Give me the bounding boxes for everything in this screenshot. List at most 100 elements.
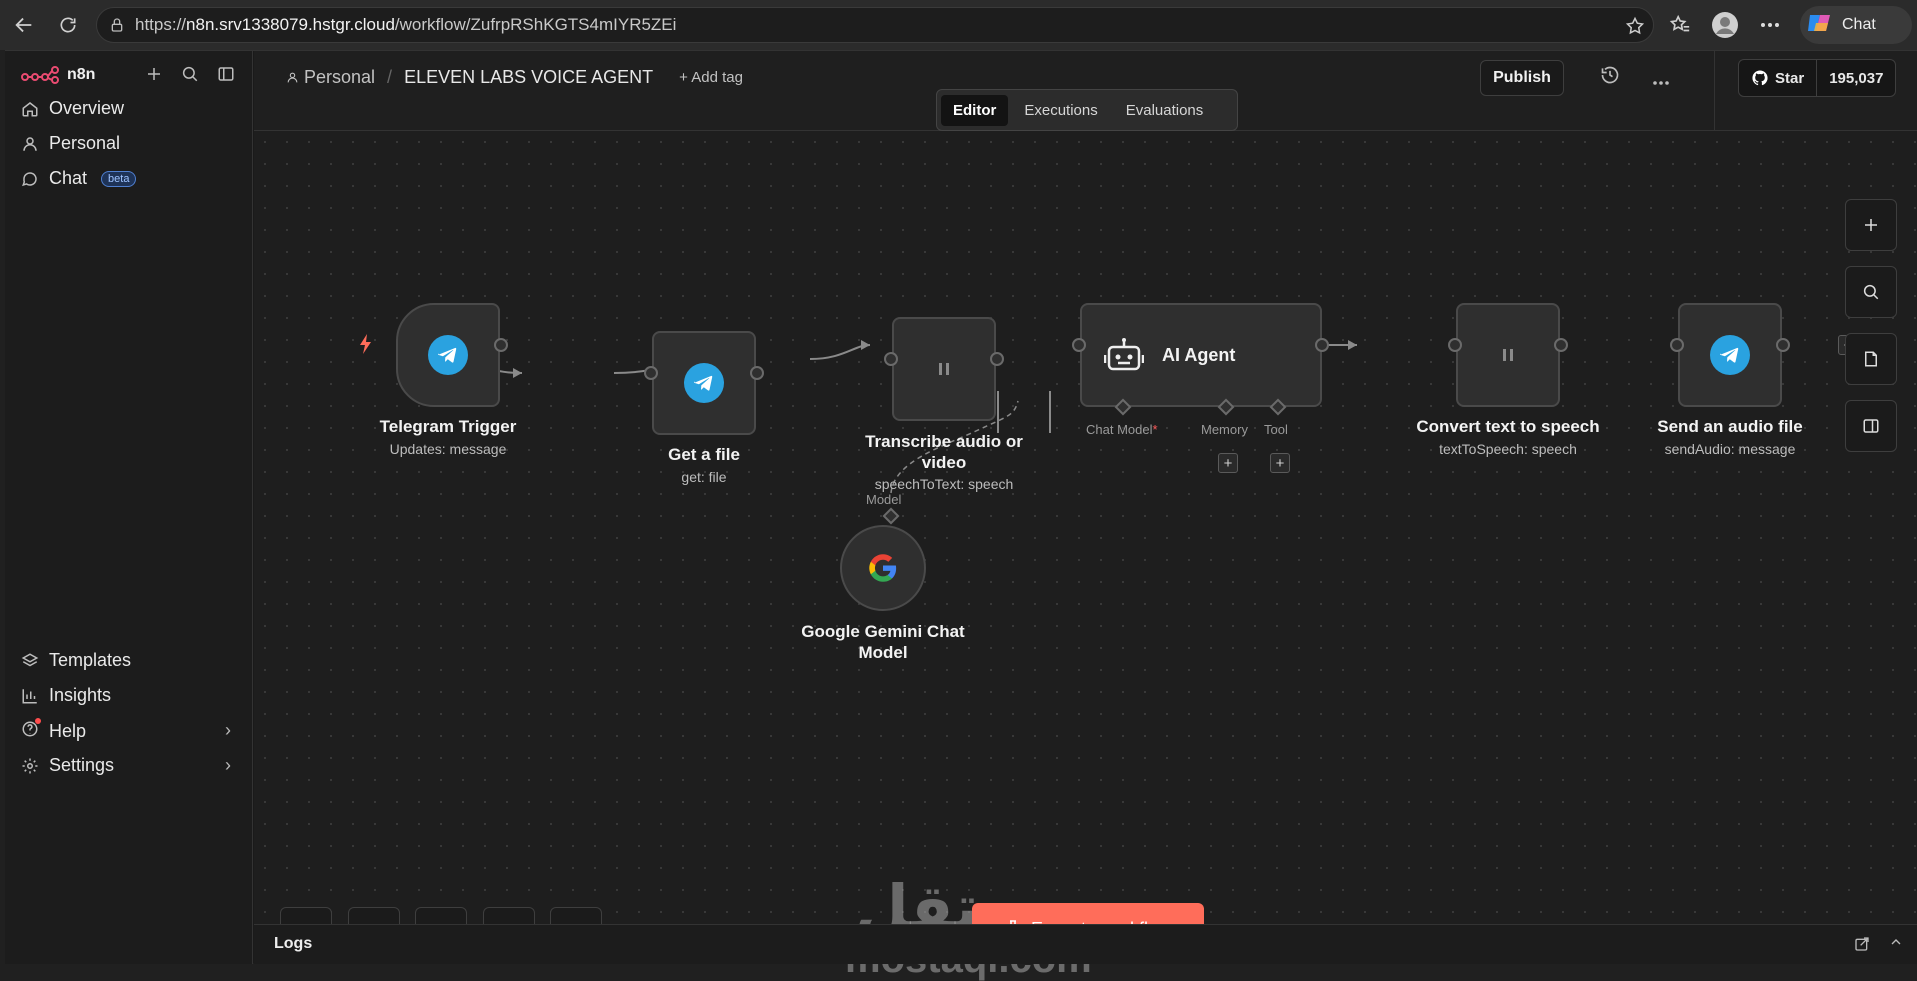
sidebar-item-insights[interactable]: Insights [21,685,111,706]
copilot-icon [1806,11,1834,40]
model-port-label: Model [866,492,902,507]
user-icon [287,72,298,83]
zoom-in-button[interactable] [348,907,400,924]
publish-button[interactable]: Publish [1480,60,1564,96]
node-ai-agent[interactable]: AI Agent [1080,303,1322,407]
node-title: Convert text to speech [1416,417,1600,436]
node-title: Google Gemini Chat Model [801,622,965,662]
github-star-button[interactable]: Star 195,037 [1738,59,1897,97]
node-title: AI Agent [1162,344,1236,365]
input-port[interactable] [1670,338,1684,352]
input-port[interactable] [1448,338,1462,352]
input-port[interactable] [1072,338,1086,352]
sidebar-item-chat[interactable]: Chat beta [21,168,137,189]
plus-icon[interactable] [145,65,163,88]
input-port[interactable] [644,366,658,380]
canvas-search-button[interactable] [1845,266,1897,318]
search-icon[interactable] [181,65,199,88]
node-subtitle: sendAudio: message [1664,441,1796,457]
copilot-chat-button[interactable]: Chat [1800,6,1912,44]
lightning-icon [360,334,371,354]
reload-icon[interactable] [52,9,84,41]
n8n-logo[interactable]: n8n [21,65,95,85]
node-subtitle: textToSpeech: speech [1439,441,1577,457]
add-tag-button[interactable]: + Add tag [679,69,743,86]
plus-icon [1865,219,1877,231]
lock-icon[interactable] [109,17,125,38]
fit-view-button[interactable] [280,907,332,924]
node-title: Get a file [668,445,740,464]
output-port[interactable] [1315,338,1329,352]
sidebar-item-personal[interactable]: Personal [21,133,120,154]
sidebar-item-label: Insights [49,685,112,705]
toggle-panel-button[interactable] [1845,400,1897,452]
sidebar-item-overview[interactable]: Overview [21,98,124,119]
favorite-star-icon[interactable] [1625,16,1645,41]
search-icon [1863,284,1879,300]
telegram-icon [428,335,468,375]
favorites-icon[interactable] [1664,9,1696,41]
address-bar[interactable]: https://n8n.srv1338079.hstgr.cloud/workf… [96,7,1654,43]
sidebar-item-label: Overview [49,98,125,118]
layers-icon [21,652,39,666]
n8n-logo-icon [21,66,59,84]
zoom-out-button[interactable] [415,907,467,924]
n8n-app: n8n Overview Personal Chat beta Template… [5,50,1917,979]
sidebar: n8n Overview Personal Chat beta Template… [5,51,253,964]
robot-icon [1104,338,1144,371]
add-node-button[interactable] [1845,199,1897,251]
workflow-name[interactable]: ELEVEN LABS VOICE AGENT [404,67,653,88]
add-tool-button[interactable]: + [1270,453,1290,473]
google-icon [869,554,897,582]
logs-bar[interactable]: Logs [254,924,1917,964]
chat-bubble-icon [22,171,37,186]
more-menu-icon[interactable] [1754,9,1786,41]
add-memory-button[interactable]: + [1218,453,1238,473]
help-chevron-right-icon[interactable]: › [225,720,231,741]
tab-editor[interactable]: Editor [941,94,1009,126]
sidebar-item-templates[interactable]: Templates [21,650,131,671]
profile-avatar-icon[interactable] [1709,9,1741,41]
workflow-header: Personal / ELEVEN LABS VOICE AGENT + Add… [254,51,1917,131]
output-port[interactable] [750,366,764,380]
notification-dot [35,718,41,724]
pop-out-icon[interactable] [1854,936,1870,957]
node-transcribe-audio[interactable] [892,317,996,421]
node-google-gemini[interactable] [840,525,926,611]
sidebar-item-settings[interactable]: Settings [21,755,114,776]
arrowhead-icon [513,368,522,378]
collapse-sidebar-icon[interactable] [217,65,235,88]
sidebar-item-label: Templates [49,650,132,670]
breadcrumb-personal[interactable]: Personal [286,67,375,88]
logs-title: Logs [274,935,313,952]
sticky-note-button[interactable] [1845,333,1897,385]
node-convert-text-to-speech[interactable] [1456,303,1560,407]
more-options-icon[interactable] [1652,73,1670,91]
sidebar-item-help[interactable]: Help [21,718,86,743]
node-get-a-file[interactable] [652,331,756,435]
node-send-audio-file[interactable] [1678,303,1782,407]
output-port[interactable] [990,352,1004,366]
star-label: Star [1775,69,1805,87]
undo-button[interactable] [483,907,535,924]
output-port[interactable] [1776,338,1790,352]
settings-chevron-right-icon[interactable]: › [225,755,231,776]
arrowhead-icon [861,340,870,350]
tab-executions[interactable]: Executions [1012,95,1109,126]
sidebar-item-label: Chat [49,168,88,188]
tab-evaluations[interactable]: Evaluations [1114,95,1216,126]
bar-chart-icon [22,688,37,703]
output-port[interactable] [494,338,508,352]
workflow-canvas[interactable]: Telegram Trigger Updates: message Get a … [254,131,1917,924]
input-port[interactable] [884,352,898,366]
project-name: Personal [304,67,376,87]
telegram-icon [1710,335,1750,375]
browser-toolbar: https://n8n.srv1338079.hstgr.cloud/workf… [0,0,1917,50]
node-subtitle: get: file [681,469,727,485]
output-port[interactable] [1554,338,1568,352]
back-icon[interactable] [8,9,40,41]
tidy-up-button[interactable] [550,907,602,924]
history-icon[interactable] [1600,65,1620,90]
chevron-up-icon[interactable] [1888,934,1904,955]
node-telegram-trigger[interactable] [396,303,500,407]
